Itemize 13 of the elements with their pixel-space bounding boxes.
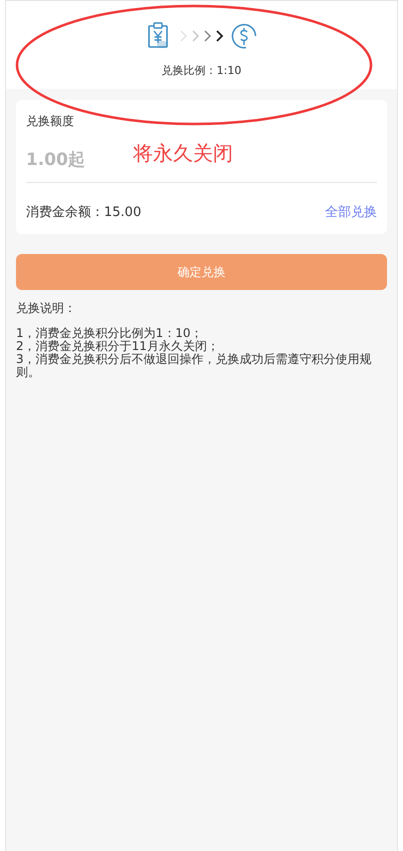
exchange-ratio: 兑换比例：1:10 <box>162 63 242 79</box>
amount-input[interactable]: 1.00起 <box>26 148 116 174</box>
annotation-text: 将永久关闭 <box>133 140 233 167</box>
note-item: 2，消费金兑换积分于11月永久关闭； <box>16 340 220 353</box>
notes-title: 兑换说明： <box>16 302 77 315</box>
dollar-coin-icon <box>230 23 256 49</box>
chevrons-icon <box>178 29 224 43</box>
balance-text: 消费金余额：15.00 <box>26 204 142 222</box>
note-item: 3，消费金兑换积分后不做退回操作，兑换成功后需遵守积分使用规则。 <box>16 353 373 379</box>
amount-label: 兑换额度 <box>26 113 75 130</box>
exchange-all-link[interactable]: 全部兑换 <box>325 202 377 222</box>
note-item: 1，消费金兑换积分比例为1：10； <box>16 327 204 340</box>
confirm-button[interactable]: 确定兑换 <box>16 254 387 290</box>
